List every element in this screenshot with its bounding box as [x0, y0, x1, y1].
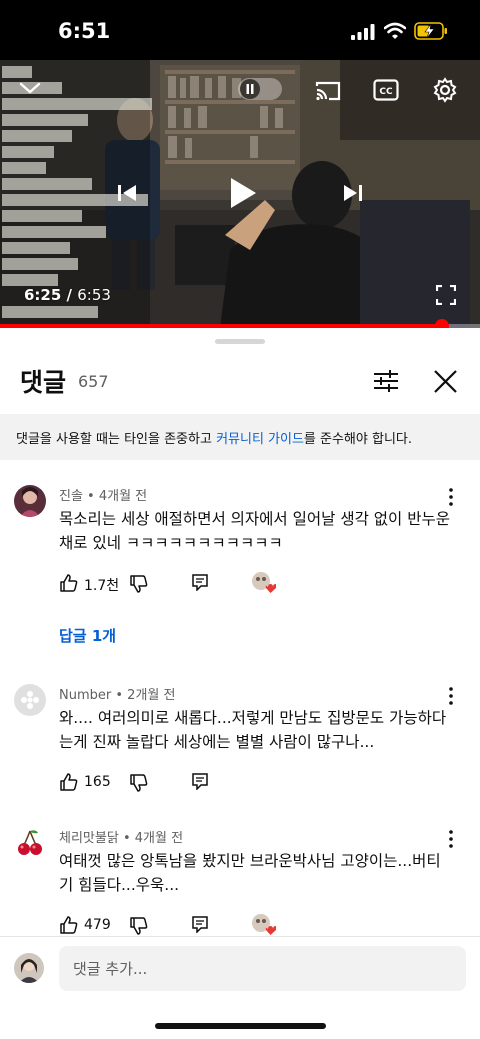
community-guidelines-notice: 댓글을 사용할 때는 타인을 존중하고 커뮤니티 가이드를 준수해야 합니다.	[0, 414, 480, 460]
guideline-prefix: 댓글을 사용할 때는 타인을 존중하고	[16, 432, 217, 447]
wifi-icon	[384, 22, 406, 39]
dislike-icon[interactable]	[129, 773, 149, 793]
comments-title: 댓글	[20, 368, 67, 397]
current-time: 6:25	[24, 286, 62, 304]
comment-author[interactable]: 진솔	[59, 489, 83, 504]
like-icon[interactable]	[59, 573, 79, 593]
reply-icon[interactable]	[191, 915, 209, 933]
donation-ranking-overlay	[340, 60, 480, 140]
status-bar: 6:51	[0, 0, 480, 60]
guideline-suffix: 를 준수해야 합니다.	[303, 432, 412, 447]
time-separator: /	[61, 286, 78, 304]
duration: 6:53	[77, 286, 111, 304]
add-comment-bar	[0, 936, 480, 1039]
settings-gear-icon[interactable]	[432, 77, 458, 103]
reply-icon[interactable]	[191, 772, 209, 790]
comment-author[interactable]: 체리맛불닭	[59, 831, 119, 846]
creator-heart-icon	[252, 914, 276, 935]
battery-charging-icon	[414, 22, 447, 40]
view-replies-link[interactable]: 답글 1개	[59, 625, 116, 646]
video-timestamp: 6:25 / 6:53	[24, 286, 111, 304]
cast-icon[interactable]	[315, 80, 341, 102]
more-options-icon[interactable]	[446, 686, 456, 706]
fullscreen-icon[interactable]	[436, 285, 456, 305]
like-icon[interactable]	[59, 915, 79, 935]
comment-meta: Number • 2개월 전	[59, 684, 175, 703]
status-time: 6:51	[58, 19, 111, 43]
next-icon[interactable]	[342, 183, 364, 203]
play-icon[interactable]	[228, 176, 258, 210]
meta-separator: •	[111, 688, 128, 703]
add-comment-input[interactable]	[59, 946, 466, 991]
comment-time: 2개월 전	[127, 688, 176, 703]
progress-fill	[0, 324, 442, 328]
filter-icon[interactable]	[372, 368, 400, 394]
collapse-chevron-icon[interactable]	[18, 80, 42, 96]
previous-icon[interactable]	[116, 183, 138, 203]
comment-text: 목소리는 세상 애절하면서 의자에서 일어날 생각 없이 반누운채로 있네 ㅋㅋ…	[59, 510, 450, 552]
avatar[interactable]	[14, 827, 46, 859]
comment-text: 와.... 여러의미로 새롭다...저렇게 만남도 집방문도 가능하다는게 진짜…	[59, 709, 447, 751]
reply-icon[interactable]	[191, 573, 209, 591]
comments-sheet: 댓글 657 댓글을 사용할 때는 타인을 존중하고 커뮤니티 가이드를 준수해…	[0, 330, 480, 1039]
comment-actions: 1.7천	[59, 572, 319, 597]
captions-icon[interactable]: CC	[373, 79, 399, 101]
creator-heart-icon	[252, 572, 276, 593]
comment-actions: 165	[59, 772, 319, 796]
comment-time: 4개월 전	[134, 831, 184, 846]
more-options-icon[interactable]	[446, 829, 456, 849]
meta-separator: •	[118, 831, 135, 846]
comment-meta: 체리맛불닭 • 4개월 전	[59, 827, 183, 846]
close-icon[interactable]	[433, 369, 458, 394]
user-avatar	[14, 953, 44, 983]
like-icon[interactable]	[59, 772, 79, 792]
pause-icon[interactable]	[238, 78, 282, 100]
avatar[interactable]	[14, 485, 46, 517]
progress-bar[interactable]	[0, 319, 480, 328]
comment-meta: 진솔 • 4개월 전	[59, 485, 147, 504]
like-count: 479	[84, 917, 111, 933]
comment-author[interactable]: Number	[59, 688, 111, 703]
comment-count: 657	[78, 372, 109, 391]
community-guidelines-link[interactable]: 커뮤니티 가이드	[216, 432, 304, 447]
video-player[interactable]: CC 6:25 / 6:53	[0, 60, 480, 328]
avatar[interactable]	[14, 684, 46, 716]
more-options-icon[interactable]	[446, 487, 456, 507]
signal-icon	[351, 24, 375, 40]
comment-time: 4개월 전	[98, 489, 148, 504]
home-indicator	[155, 1023, 326, 1029]
like-count: 165	[84, 774, 111, 790]
comment-text: 여태껏 많은 앙톡남을 봤지만 브라운박사님 고양이는...버티기 힘들다...…	[59, 852, 441, 894]
drag-handle[interactable]	[215, 339, 265, 344]
svg-text:CC: CC	[379, 87, 393, 97]
meta-separator: •	[82, 489, 99, 504]
like-count: 1.7천	[84, 578, 120, 594]
dislike-icon[interactable]	[129, 916, 149, 936]
dislike-icon[interactable]	[129, 574, 149, 594]
progress-thumb[interactable]	[434, 319, 449, 328]
